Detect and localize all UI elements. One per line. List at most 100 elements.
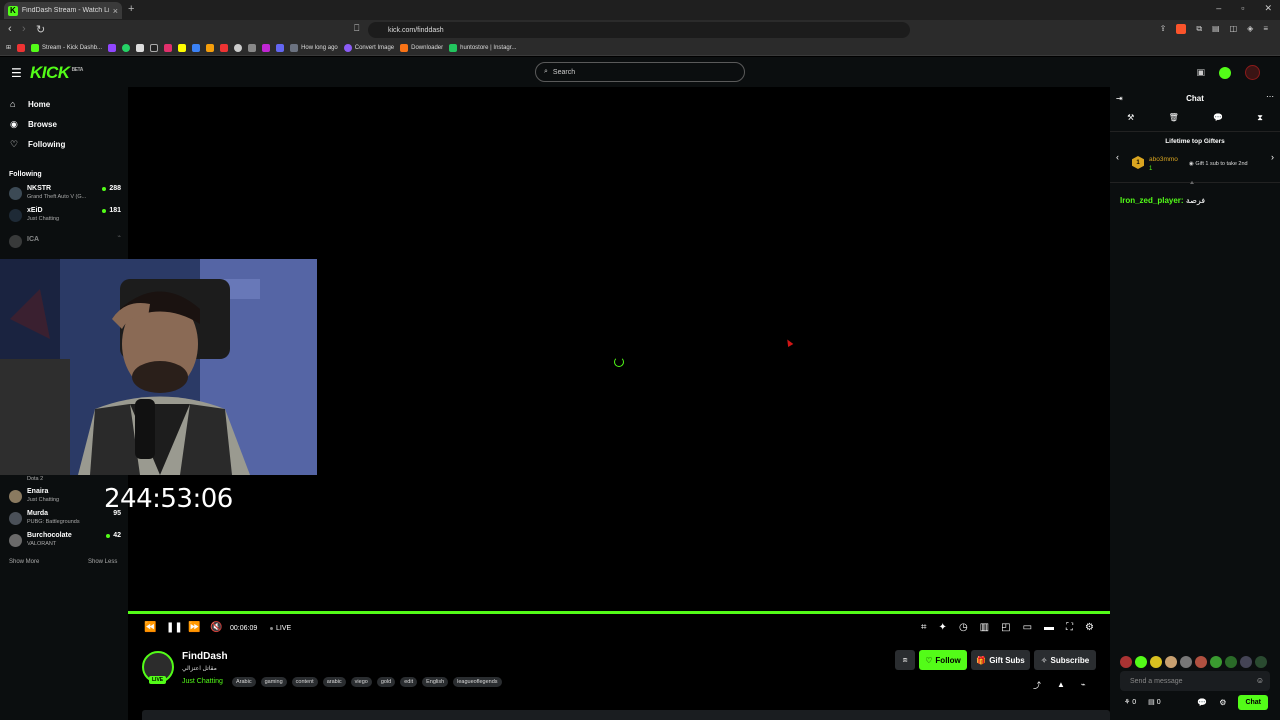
maximize-icon[interactable]: ▫ [1241,3,1244,14]
tag-chip[interactable]: Arabic [232,677,256,687]
more-options-icon[interactable]: ⋯ [1266,92,1274,101]
forward-icon[interactable]: › [22,23,26,35]
tag-chip[interactable]: content [291,677,318,687]
followed-channel-xeid[interactable]: xEiD Just Chatting 181 [9,207,121,227]
tag-chip[interactable]: viego [350,677,372,687]
search-input[interactable]: ⌕ Search [535,62,745,82]
tag-chip[interactable]: edit [400,677,418,687]
bookmark-kick-dashboard[interactable]: Stream - Kick Dashb... [31,43,102,52]
emote-icon[interactable] [1255,656,1267,668]
emote-icon[interactable] [1150,656,1162,668]
bookmark-icon-misc-3[interactable] [220,43,229,52]
apps-icon[interactable]: ⊞ [6,44,11,51]
chevron-down-icon[interactable]: ⩡ [1190,180,1194,188]
message-icon[interactable]: 💬 [1213,113,1223,129]
close-tab-icon[interactable]: × [113,6,118,16]
close-window-icon[interactable]: ✕ [1264,3,1272,14]
live-indicator[interactable]: LIVE [270,625,291,632]
hamburger-menu-icon[interactable]: ☰ [11,66,22,80]
browser-tab[interactable]: K FindDash Stream - Watch Live o × [4,2,122,19]
notifications-toggle-button[interactable]: ⧈ [895,650,915,670]
bookmark-page-icon[interactable]: ⎕ [354,23,359,34]
chat-username[interactable]: Iron_zed_player: [1120,196,1184,205]
clip-icon[interactable]: ⌗ [921,622,927,633]
send-chat-button[interactable]: Chat [1238,695,1268,710]
miniplayer-icon[interactable]: ▭ [1023,622,1032,633]
chat-settings-icon[interactable]: ⚙ [1219,698,1226,707]
reload-icon[interactable]: ↻ [36,23,45,36]
emote-icon[interactable] [1240,656,1252,668]
sidebar-icon[interactable]: ▤ [1212,24,1220,34]
emote-icon[interactable] [1195,656,1207,668]
chat-bubble-icon[interactable]: 💬 [1197,698,1207,707]
bookmark-icon-misc-6[interactable] [262,43,271,52]
followed-channel-nkstr[interactable]: NKSTR Grand Theft Auto V (G... 288 [9,185,121,205]
gift-subs-button[interactable]: 🎁 Gift Subs [971,650,1030,670]
bookmark-icon-misc-1[interactable] [192,43,201,52]
muted-volume-icon[interactable]: 🔇 [210,622,222,633]
sidebar-item-browse[interactable]: ◉ Browse [10,119,57,130]
minimize-icon[interactable]: – [1216,3,1221,14]
rewind-icon[interactable]: ⏪ [144,622,156,633]
bookmark-downloader[interactable]: Downloader [400,43,443,52]
extensions-icon[interactable]: ⧉ [1196,24,1202,34]
bookmark-icon-instagram[interactable] [164,43,173,52]
gift-balance[interactable]: ▤ 0 [1148,698,1160,706]
emote-icon[interactable] [1165,656,1177,668]
kick-points-icon[interactable] [1219,66,1231,79]
tag-chip[interactable]: English [422,677,449,687]
settings-gear-icon[interactable]: ⚙ [1085,622,1094,633]
share-icon[interactable]: ⤴ [1033,680,1041,691]
pause-icon[interactable]: ❚❚ [166,622,183,633]
show-less-link[interactable]: Show Less [88,559,117,565]
share-page-icon[interactable]: ⇪ [1160,24,1167,34]
streamer-name[interactable]: FindDash [182,651,228,662]
emote-icon[interactable] [1135,656,1147,668]
creator-dashboard-icon[interactable]: ▣ [1196,67,1205,78]
bookmark-icon-misc-2[interactable] [206,43,215,52]
bookmark-icon-misc-5[interactable] [248,43,257,52]
tag-chip[interactable]: arabic [322,677,346,687]
report-icon[interactable]: ▲ [1057,680,1065,691]
user-avatar[interactable] [1245,65,1260,80]
chat-message-input[interactable]: Send a message ☺ [1120,671,1270,691]
fullscreen-icon[interactable]: ⛶ [1066,622,1073,633]
clip-share-icon[interactable]: ⌁ [1081,680,1086,691]
tag-chip[interactable]: leagueoflegends [453,677,502,687]
wallet-icon[interactable]: ◫ [1230,24,1238,34]
emote-icon[interactable] [1120,656,1132,668]
emote-icon[interactable] [1225,656,1237,668]
chevron-right-icon[interactable]: › [1271,152,1274,162]
bookmark-how-long-ago[interactable]: How long ago [290,43,338,52]
bookmark-icon-misc-7[interactable] [276,43,285,52]
emote-icon[interactable] [1210,656,1222,668]
brave-shield-icon[interactable] [1176,24,1187,34]
back-icon[interactable]: ‹ [8,23,12,35]
followed-channel-burchocolate[interactable]: Burchocolate VALORANT 42 [9,532,121,552]
chevron-left-icon[interactable]: ‹ [1116,152,1119,162]
top-gifter-name[interactable]: abo3mmo [1149,156,1178,163]
tag-chip[interactable]: gold [376,677,396,687]
new-tab-button[interactable]: + [128,3,134,15]
bookmark-icon-x[interactable] [136,43,145,52]
trash-icon[interactable]: 🗑 [1169,113,1179,129]
tag-chip[interactable]: gaming [260,677,287,687]
theater-mode-icon[interactable]: ▬ [1044,622,1054,633]
followed-channel-ica[interactable]: ICA ⌁ [9,233,121,253]
bookmark-icon-whatsapp[interactable] [122,43,131,52]
fast-forward-icon[interactable]: ⏩ [188,622,200,633]
timer-hourglass-icon[interactable]: ⧗ [1257,113,1263,129]
bookmark-huntostore[interactable]: huntostore | Instagr... [449,43,516,52]
subscribe-button[interactable]: ✧ Subscribe [1034,650,1096,670]
speed-icon[interactable]: ◷ [959,622,968,633]
bookmark-icon-youtube[interactable] [17,43,26,52]
emote-icon[interactable] [1180,656,1192,668]
sidebar-item-following[interactable]: ♡ Following [10,139,65,150]
stream-category-link[interactable]: Just Chatting [182,678,223,685]
url-bar[interactable]: kick.com/finddash [368,22,910,38]
bookmark-icon-misc-4[interactable] [234,43,243,52]
pip-icon[interactable]: ◰ [1001,622,1010,633]
menu-icon[interactable]: ≡ [1263,24,1268,34]
kick-logo[interactable]: KICK BETA [30,63,83,83]
ban-hammer-icon[interactable]: ⚒ [1127,113,1134,129]
